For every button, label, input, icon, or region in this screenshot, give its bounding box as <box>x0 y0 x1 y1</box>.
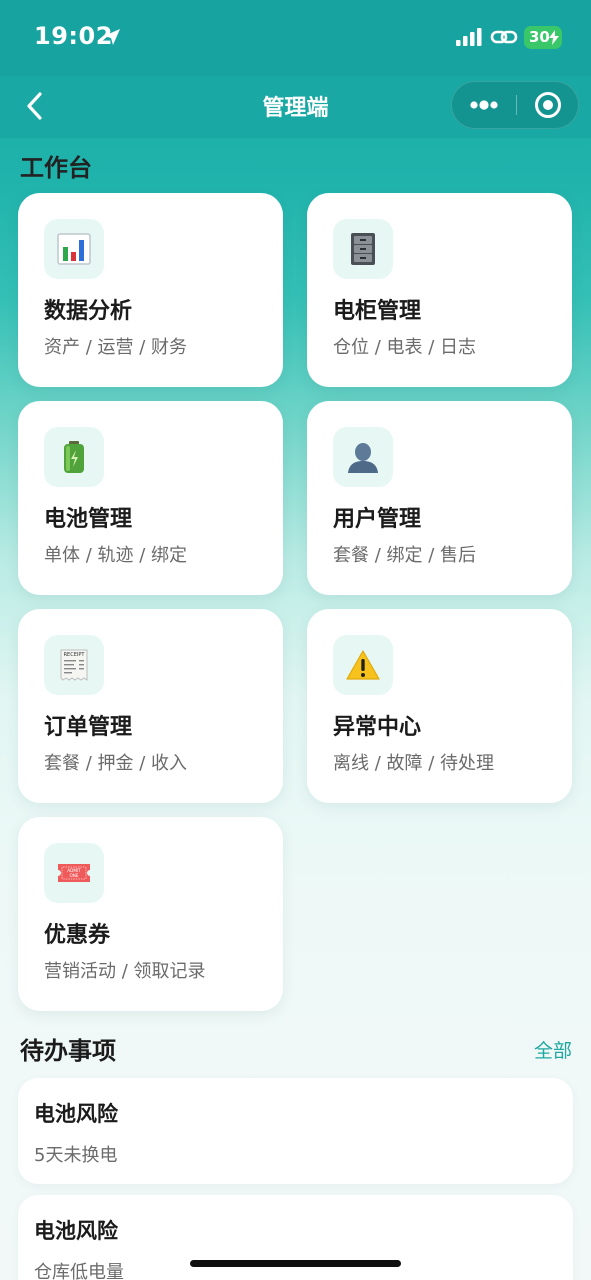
todo-item[interactable]: 电池风险 5天未换电 <box>18 1078 573 1184</box>
battery-indicator: 30 <box>524 26 562 49</box>
card-icon-box <box>333 427 393 487</box>
card-subtitle: 套餐 / 绑定 / 售后 <box>333 545 477 566</box>
card-subtitle: 仓位 / 电表 / 日志 <box>333 337 477 358</box>
cellular-signal-icon <box>456 28 482 46</box>
todo-item[interactable]: 电池风险 仓库低电量 <box>18 1195 573 1280</box>
ticket-label-line2: ONE <box>69 873 78 878</box>
battery-icon <box>64 441 84 473</box>
user-silhouette-icon <box>348 443 378 473</box>
capsule-divider <box>516 95 517 115</box>
receipt-icon: RECEIPT <box>60 649 88 681</box>
card-coupons[interactable]: ADMIT ONE 优惠券 营销活动 / 领取记录 <box>18 817 283 1011</box>
card-subtitle: 套餐 / 押金 / 收入 <box>44 753 188 774</box>
mini-program-capsule <box>451 81 579 129</box>
card-title: 优惠券 <box>44 923 111 948</box>
card-title: 用户管理 <box>333 507 422 532</box>
card-icon-box <box>333 219 393 279</box>
card-icon-box: RECEIPT <box>44 635 104 695</box>
card-exception-center[interactable]: 异常中心 离线 / 故障 / 待处理 <box>307 609 572 803</box>
card-user-management[interactable]: 用户管理 套餐 / 绑定 / 售后 <box>307 401 572 595</box>
bar-chart-icon <box>57 233 91 265</box>
card-subtitle: 营销活动 / 领取记录 <box>44 961 206 982</box>
todo-item-title: 电池风险 <box>34 1219 118 1243</box>
card-battery-management[interactable]: 电池管理 单体 / 轨迹 / 绑定 <box>18 401 283 595</box>
todo-item-desc: 5天未换电 <box>34 1145 118 1166</box>
card-subtitle: 资产 / 运营 / 财务 <box>44 337 188 358</box>
todo-section-title: 待办事项 <box>20 1037 116 1065</box>
card-title: 订单管理 <box>44 715 133 740</box>
todo-item-title: 电池风险 <box>34 1102 118 1126</box>
charging-bolt-icon <box>549 30 559 45</box>
main-content: 工作台 数据分析 资产 / 运营 / 财务 电柜管理 仓位 / 电表 / 日志 … <box>0 138 591 1280</box>
todo-item-desc: 仓库低电量 <box>34 1262 124 1280</box>
card-title: 电柜管理 <box>333 299 422 324</box>
status-bar: 19:02 30 <box>0 0 591 76</box>
card-cabinet-management[interactable]: 电柜管理 仓位 / 电表 / 日志 <box>307 193 572 387</box>
card-title: 电池管理 <box>44 507 133 532</box>
more-dots-icon[interactable] <box>452 82 516 128</box>
card-icon-box <box>44 427 104 487</box>
file-cabinet-icon <box>351 233 375 265</box>
todo-view-all-link[interactable]: 全部 <box>534 1036 572 1063</box>
card-icon-box <box>333 635 393 695</box>
battery-level: 30 <box>529 28 550 46</box>
card-subtitle: 离线 / 故障 / 待处理 <box>333 753 495 774</box>
link-icon <box>490 30 518 44</box>
card-subtitle: 单体 / 轨迹 / 绑定 <box>44 545 188 566</box>
nav-bar: 管理端 <box>0 76 591 138</box>
location-arrow-icon <box>104 29 120 45</box>
home-indicator <box>190 1260 401 1267</box>
warning-icon <box>346 650 380 680</box>
card-order-management[interactable]: RECEIPT 订单管理 套餐 / 押金 / 收入 <box>18 609 283 803</box>
card-title: 异常中心 <box>333 715 422 740</box>
card-data-analysis[interactable]: 数据分析 资产 / 运营 / 财务 <box>18 193 283 387</box>
card-icon-box: ADMIT ONE <box>44 843 104 903</box>
section-title-workbench: 工作台 <box>20 154 92 180</box>
card-title: 数据分析 <box>44 299 133 324</box>
ticket-icon: ADMIT ONE <box>58 864 90 882</box>
card-icon-box <box>44 219 104 279</box>
close-target-icon[interactable] <box>518 82 578 128</box>
receipt-label: RECEIPT <box>64 652 86 658</box>
